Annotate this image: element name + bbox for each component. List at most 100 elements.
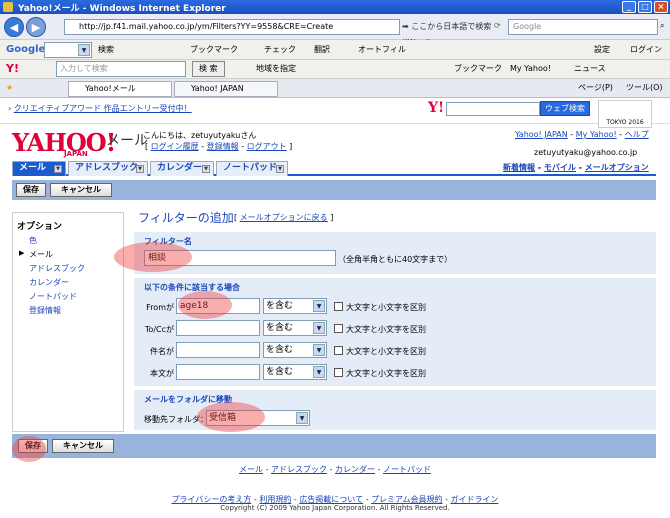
condition-operator-select[interactable]: を含む ▼ <box>263 320 327 336</box>
my-yahoo-button[interactable]: My Yahoo! <box>510 59 551 79</box>
jword-hint[interactable]: ➡ ここから日本語で検索(JWord) <box>402 19 492 47</box>
mail-heading: メール <box>106 133 148 149</box>
whats-new-link[interactable]: 新着情報 <box>503 163 535 172</box>
news-button[interactable]: ニュース <box>574 59 606 79</box>
save-button[interactable]: 保存 <box>16 183 46 197</box>
condition-operator-select[interactable]: を含む ▼ <box>263 342 327 358</box>
yahoo-web-search-input[interactable] <box>446 102 540 116</box>
sidebar-item-registration[interactable]: 登録情報 <box>29 305 61 316</box>
sidebar-item-calendar[interactable]: カレンダー <box>29 277 69 288</box>
case-sensitive-checkbox[interactable] <box>334 368 343 377</box>
window-titlebar: Yahoo!メール - Windows Internet Explorer _ … <box>0 0 670 14</box>
nav-tab-addressbook[interactable]: アドレスブック ▼ <box>68 161 148 176</box>
check-button[interactable]: チェック <box>264 40 296 60</box>
close-button[interactable]: × <box>654 1 668 13</box>
condition-operator-select[interactable]: を含む ▼ <box>263 298 327 314</box>
favorites-star-icon[interactable]: ★ <box>6 78 13 98</box>
help-link[interactable]: ヘルプ <box>625 130 649 139</box>
condition-value-input[interactable] <box>176 364 260 380</box>
yahoo-top-strip: › クリエイティブアワード 作品エントリー受付中！ Y! ウェブ検索 TOKYO… <box>0 98 670 128</box>
nav-tab-calendar[interactable]: カレンダー ▼ <box>150 161 214 176</box>
ads-link[interactable]: 広告掲載について <box>299 495 363 504</box>
yahoo-toolbar-logo: Y! <box>6 62 19 75</box>
yahoo-toolbar-search-button[interactable]: 検 索 <box>192 61 225 77</box>
sidebar-item-addressbook[interactable]: アドレスブック <box>29 263 85 274</box>
yahoo-japan-link[interactable]: Yahoo! JAPAN <box>515 130 568 139</box>
back-arrow-icon[interactable]: ◀ <box>4 17 24 37</box>
chevron-down-icon[interactable]: ▼ <box>202 165 210 173</box>
chevron-down-icon[interactable]: ▼ <box>276 165 284 173</box>
region-button[interactable]: 地域を指定 <box>256 59 296 79</box>
condition-label: 本文が <box>150 369 174 378</box>
filter-name-section: フィルター名 相談 （全角半角ともに40文字まで） <box>134 232 656 274</box>
page-menu[interactable]: ページ(P) <box>578 78 613 98</box>
condition-label: 件名が <box>150 347 174 356</box>
premium-terms-link[interactable]: プレミアム会員規約 <box>371 495 442 504</box>
highlight-save <box>12 436 46 462</box>
forward-arrow-icon[interactable]: ▶ <box>26 17 46 37</box>
url-input[interactable]: http://jp.f41.mail.yahoo.co.jp/ym/Filter… <box>64 19 400 35</box>
footer-calendar-link[interactable]: カレンダー <box>335 465 375 474</box>
footer-mail-link[interactable]: メール <box>239 465 263 474</box>
chevron-down-icon[interactable]: ▼ <box>54 165 62 173</box>
sidebar-title: オプション <box>17 222 63 232</box>
login-button[interactable]: ログイン <box>630 40 662 60</box>
chevron-down-icon[interactable]: ▼ <box>136 165 144 173</box>
sidebar-item-mail[interactable]: ▶ メール <box>19 249 53 260</box>
back-to-options-link[interactable]: メールオプションに戻る <box>240 213 328 222</box>
minimize-button[interactable]: _ <box>622 1 636 13</box>
case-sensitive-label: 大文字と小文字を区別 <box>346 347 426 356</box>
chevron-down-icon: ▼ <box>78 44 90 56</box>
footer-addressbook-link[interactable]: アドレスブック <box>271 465 327 474</box>
highlight-from <box>178 291 232 319</box>
condition-value-input[interactable] <box>176 342 260 358</box>
yahoo-small-logo: Y! <box>428 100 445 116</box>
web-search-button[interactable]: ウェブ検索 <box>540 101 590 116</box>
yahoo-bookmark-button[interactable]: ブックマーク <box>454 59 502 79</box>
footer-notepad-link[interactable]: ノートパッド <box>383 465 431 474</box>
maximize-button[interactable]: □ <box>638 1 652 13</box>
creative-award-link[interactable]: › クリエイティブアワード 作品エントリー受付中！ <box>8 103 192 114</box>
settings-button[interactable]: 設定 <box>594 40 610 60</box>
case-sensitive-checkbox[interactable] <box>334 324 343 333</box>
address-bar: ◀ ▶ http://jp.f41.mail.yahoo.co.jp/ym/Fi… <box>0 14 670 47</box>
my-yahoo-link[interactable]: My Yahoo! <box>576 130 617 139</box>
toolbar-search-button[interactable]: 検索 <box>98 40 114 60</box>
autofill-button[interactable]: オートフィル <box>358 40 406 60</box>
tokyo-2016-banner[interactable]: TOKYO 2016 <box>598 100 652 128</box>
translate-button[interactable]: 翻訳 <box>314 40 330 60</box>
google-logo: Google <box>6 44 46 55</box>
registration-link[interactable]: 登録情報 <box>207 142 239 151</box>
login-history-link[interactable]: ログイン履歴 <box>151 142 199 151</box>
google-search-select[interactable]: ▼ <box>44 42 92 58</box>
tab-yahoo-japan[interactable]: Yahoo! JAPAN <box>174 81 278 97</box>
terms-link[interactable]: 利用規約 <box>259 495 291 504</box>
case-sensitive-checkbox[interactable] <box>334 302 343 311</box>
sidebar-item-notepad[interactable]: ノートパッド <box>29 291 77 302</box>
mail-options-link[interactable]: メールオプション <box>585 163 649 172</box>
cancel-button[interactable]: キャンセル <box>50 183 112 197</box>
nav-tab-mail[interactable]: メール ▼ <box>12 161 66 176</box>
condition-label: Fromが <box>146 303 174 312</box>
search-input[interactable]: Google <box>508 19 658 35</box>
ie-icon <box>3 2 13 12</box>
privacy-link[interactable]: プライバシーの考え方 <box>172 495 252 504</box>
condition-value-input[interactable] <box>176 320 260 336</box>
case-sensitive-checkbox[interactable] <box>334 346 343 355</box>
top-right-links: Yahoo! JAPAN - My Yahoo! - ヘルプ <box>515 130 649 139</box>
search-icon[interactable]: ⌕ <box>660 16 664 36</box>
chevron-down-icon: ▼ <box>296 412 308 424</box>
condition-operator-select[interactable]: を含む ▼ <box>263 364 327 380</box>
tab-yahoo-mail[interactable]: Yahoo!メール <box>68 81 172 97</box>
nav-tab-notepad[interactable]: ノートパッド ▼ <box>216 161 288 176</box>
guidelines-link[interactable]: ガイドライン <box>451 495 499 504</box>
yahoo-toolbar-input[interactable]: 入力して検索 <box>56 61 186 77</box>
chevron-down-icon: ▼ <box>313 344 325 356</box>
cancel-button-bottom[interactable]: キャンセル <box>52 439 114 453</box>
tools-menu[interactable]: ツール(O) <box>626 78 663 98</box>
bookmark-button[interactable]: ブックマーク <box>190 40 238 60</box>
mobile-link[interactable]: モバイル <box>544 163 576 172</box>
logout-link[interactable]: ログアウト <box>247 142 287 151</box>
refresh-icon[interactable]: ⟳ <box>494 16 501 36</box>
sidebar-item-color[interactable]: 色 <box>29 235 37 246</box>
